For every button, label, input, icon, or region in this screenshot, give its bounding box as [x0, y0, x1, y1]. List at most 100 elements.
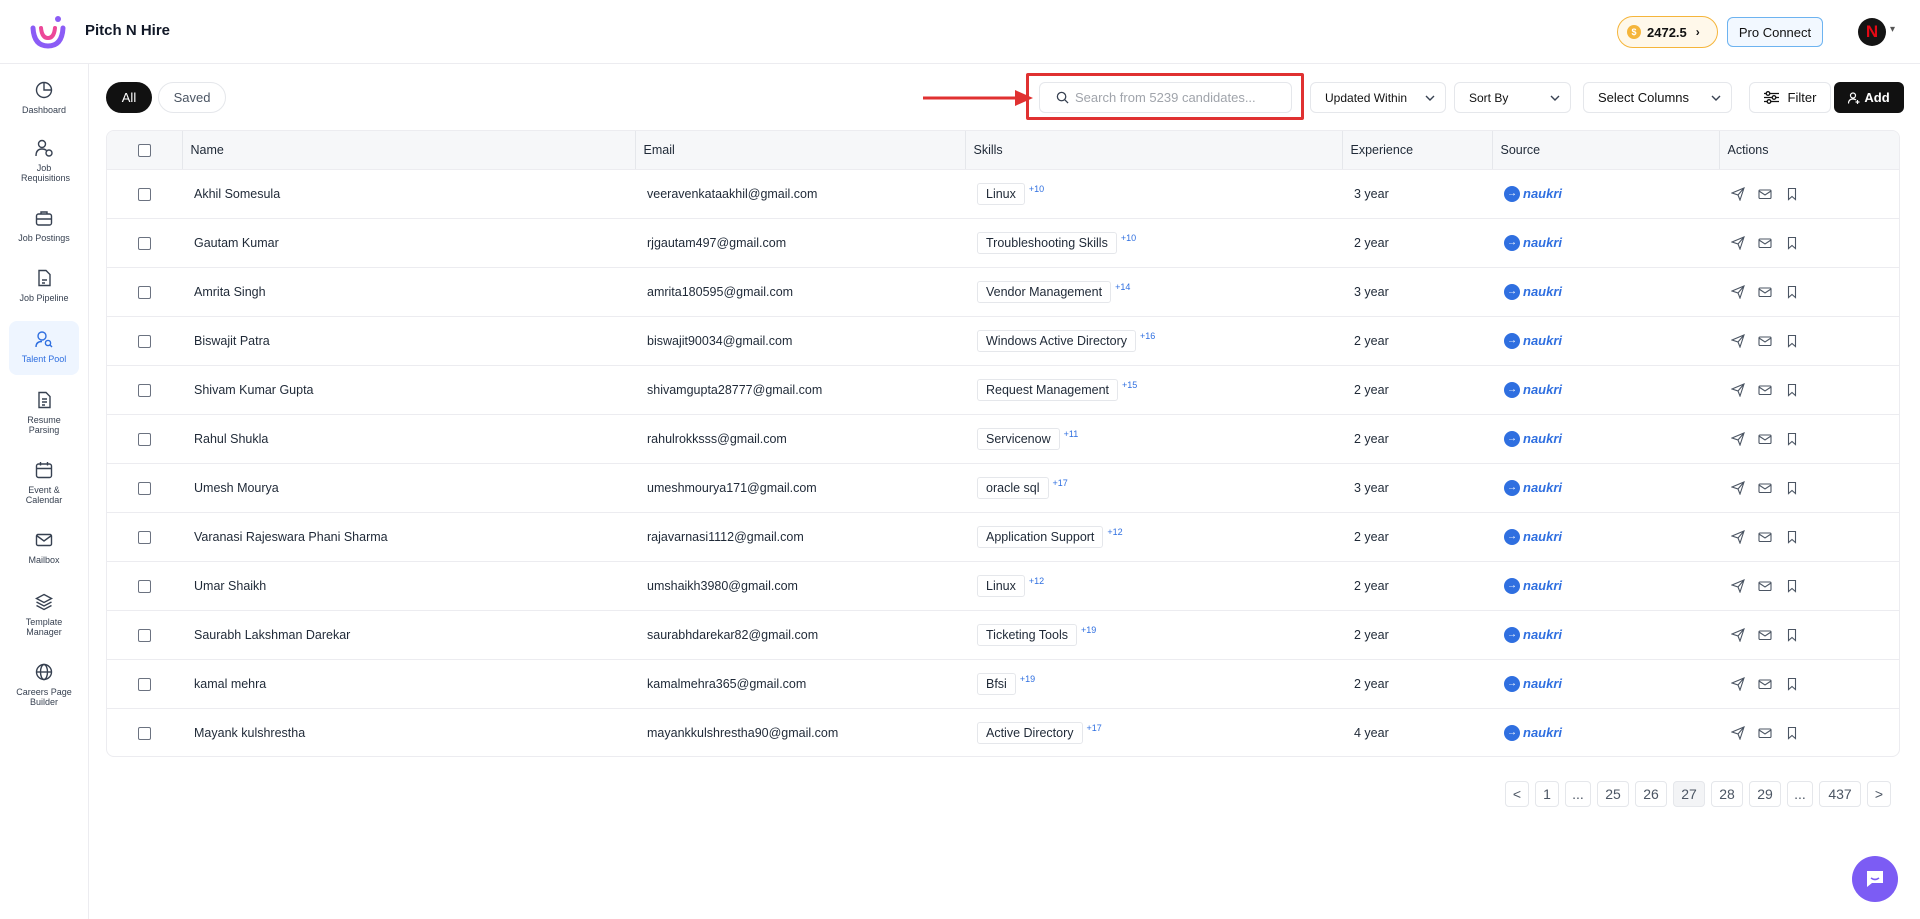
- page-button-28[interactable]: 28: [1711, 781, 1743, 807]
- candidate-name[interactable]: Saurabh Lakshman Darekar: [182, 610, 635, 659]
- bookmark-icon[interactable]: [1785, 481, 1799, 495]
- candidate-name[interactable]: Umesh Mourya: [182, 463, 635, 512]
- more-skills-count[interactable]: +10: [1121, 233, 1136, 243]
- sidebar-item-template-manager[interactable]: Template Manager: [9, 592, 79, 637]
- send-icon[interactable]: [1731, 431, 1745, 446]
- send-icon[interactable]: [1731, 284, 1745, 299]
- row-checkbox[interactable]: [138, 530, 151, 544]
- more-skills-count[interactable]: +19: [1020, 674, 1035, 684]
- send-icon[interactable]: [1731, 529, 1745, 544]
- row-checkbox[interactable]: [138, 285, 151, 299]
- chevron-down-icon[interactable]: ▾: [1890, 24, 1895, 35]
- candidate-email[interactable]: rahulrokksss@gmail.com: [635, 414, 965, 463]
- sidebar-item-job-pipeline[interactable]: Job Pipeline: [9, 268, 79, 303]
- pitch-n-hire-logo[interactable]: [28, 14, 68, 50]
- table-row[interactable]: Rahul Shukla rahulrokksss@gmail.com Serv…: [107, 414, 1899, 463]
- more-skills-count[interactable]: +14: [1115, 282, 1130, 292]
- column-header-experience[interactable]: Experience: [1342, 131, 1493, 170]
- column-header-source[interactable]: Source: [1492, 131, 1720, 170]
- table-row[interactable]: kamal mehra kamalmehra365@gmail.com Bfsi…: [107, 659, 1899, 708]
- avatar[interactable]: N: [1858, 18, 1886, 46]
- row-checkbox[interactable]: [138, 187, 151, 201]
- candidate-email[interactable]: mayankkulshrestha90@gmail.com: [635, 708, 965, 756]
- row-checkbox[interactable]: [138, 579, 151, 593]
- more-skills-count[interactable]: +11: [1064, 429, 1079, 439]
- pro-connect-button[interactable]: Pro Connect: [1727, 17, 1823, 47]
- candidate-name[interactable]: Shivam Kumar Gupta: [182, 365, 635, 414]
- row-checkbox[interactable]: [138, 383, 151, 397]
- search-field[interactable]: [1039, 82, 1292, 113]
- search-input[interactable]: [1075, 90, 1285, 105]
- more-skills-count[interactable]: +19: [1081, 625, 1096, 635]
- bookmark-icon[interactable]: [1785, 628, 1799, 642]
- row-checkbox[interactable]: [138, 628, 151, 642]
- column-header-email[interactable]: Email: [635, 131, 966, 170]
- table-row[interactable]: Shivam Kumar Gupta shivamgupta28777@gmai…: [107, 365, 1899, 414]
- send-icon[interactable]: [1731, 480, 1745, 495]
- row-checkbox[interactable]: [138, 236, 151, 250]
- table-row[interactable]: Umesh Mourya umeshmourya171@gmail.com or…: [107, 463, 1899, 512]
- bookmark-icon[interactable]: [1785, 530, 1799, 544]
- candidate-name[interactable]: Umar Shaikh: [182, 561, 635, 610]
- bookmark-icon[interactable]: [1785, 677, 1799, 691]
- table-row[interactable]: Gautam Kumar rjgautam497@gmail.com Troub…: [107, 218, 1899, 267]
- send-icon[interactable]: [1731, 186, 1745, 201]
- mail-icon[interactable]: [1758, 579, 1772, 593]
- mail-icon[interactable]: [1758, 383, 1772, 397]
- row-checkbox[interactable]: [138, 432, 151, 446]
- more-skills-count[interactable]: +17: [1053, 478, 1068, 488]
- sidebar-item-resume-parsing[interactable]: Resume Parsing: [9, 390, 79, 435]
- send-icon[interactable]: [1731, 235, 1745, 250]
- select-columns-dropdown[interactable]: Select Columns: [1583, 82, 1732, 113]
- candidate-name[interactable]: Varanasi Rajeswara Phani Sharma: [182, 512, 635, 561]
- column-header-name[interactable]: Name: [182, 131, 636, 170]
- sidebar-item-job-postings[interactable]: Job Postings: [9, 208, 79, 243]
- filter-button[interactable]: Filter: [1749, 82, 1831, 113]
- send-icon[interactable]: [1731, 333, 1745, 348]
- send-icon[interactable]: [1731, 725, 1745, 740]
- row-checkbox[interactable]: [138, 481, 151, 495]
- page-button-1[interactable]: 1: [1535, 781, 1559, 807]
- candidate-email[interactable]: saurabhdarekar82@gmail.com: [635, 610, 965, 659]
- more-skills-count[interactable]: +15: [1122, 380, 1137, 390]
- mail-icon[interactable]: [1758, 530, 1772, 544]
- tab-all[interactable]: All: [106, 82, 152, 113]
- mail-icon[interactable]: [1758, 481, 1772, 495]
- more-skills-count[interactable]: +16: [1140, 331, 1155, 341]
- updated-within-dropdown[interactable]: Updated Within: [1310, 82, 1446, 113]
- add-candidate-button[interactable]: Add: [1834, 82, 1904, 113]
- bookmark-icon[interactable]: [1785, 285, 1799, 299]
- send-icon[interactable]: [1731, 627, 1745, 642]
- page-button-25[interactable]: 25: [1597, 781, 1629, 807]
- chat-button[interactable]: [1852, 856, 1898, 902]
- bookmark-icon[interactable]: [1785, 334, 1799, 348]
- table-row[interactable]: Umar Shaikh umshaikh3980@gmail.com Linux…: [107, 561, 1899, 610]
- candidate-email[interactable]: biswajit90034@gmail.com: [635, 316, 965, 365]
- table-row[interactable]: Amrita Singh amrita180595@gmail.com Vend…: [107, 267, 1899, 316]
- table-row[interactable]: Akhil Somesula veeravenkataakhil@gmail.c…: [107, 169, 1899, 218]
- candidate-email[interactable]: shivamgupta28777@gmail.com: [635, 365, 965, 414]
- page-button-29[interactable]: 29: [1749, 781, 1781, 807]
- more-skills-count[interactable]: +12: [1107, 527, 1122, 537]
- send-icon[interactable]: [1731, 578, 1745, 593]
- sidebar-item-job-requisitions[interactable]: Job Requisitions: [9, 138, 79, 183]
- row-checkbox[interactable]: [138, 677, 151, 691]
- bookmark-icon[interactable]: [1785, 187, 1799, 201]
- coins-balance[interactable]: $ 2472.5 ›: [1617, 16, 1718, 48]
- candidate-name[interactable]: Biswajit Patra: [182, 316, 635, 365]
- tab-saved[interactable]: Saved: [158, 82, 226, 113]
- candidate-email[interactable]: umshaikh3980@gmail.com: [635, 561, 965, 610]
- select-all-checkbox[interactable]: [137, 143, 151, 157]
- column-header-skills[interactable]: Skills: [965, 131, 1343, 170]
- sidebar-item-mailbox[interactable]: Mailbox: [9, 530, 79, 565]
- sidebar-item-talent-pool[interactable]: Talent Pool: [9, 321, 79, 375]
- candidate-email[interactable]: kamalmehra365@gmail.com: [635, 659, 965, 708]
- bookmark-icon[interactable]: [1785, 579, 1799, 593]
- mail-icon[interactable]: [1758, 432, 1772, 446]
- page-button-27[interactable]: 27: [1673, 781, 1705, 807]
- candidate-email[interactable]: umeshmourya171@gmail.com: [635, 463, 965, 512]
- mail-icon[interactable]: [1758, 628, 1772, 642]
- sidebar-item-dashboard[interactable]: Dashboard: [9, 80, 79, 115]
- mail-icon[interactable]: [1758, 236, 1772, 250]
- row-checkbox[interactable]: [138, 726, 151, 740]
